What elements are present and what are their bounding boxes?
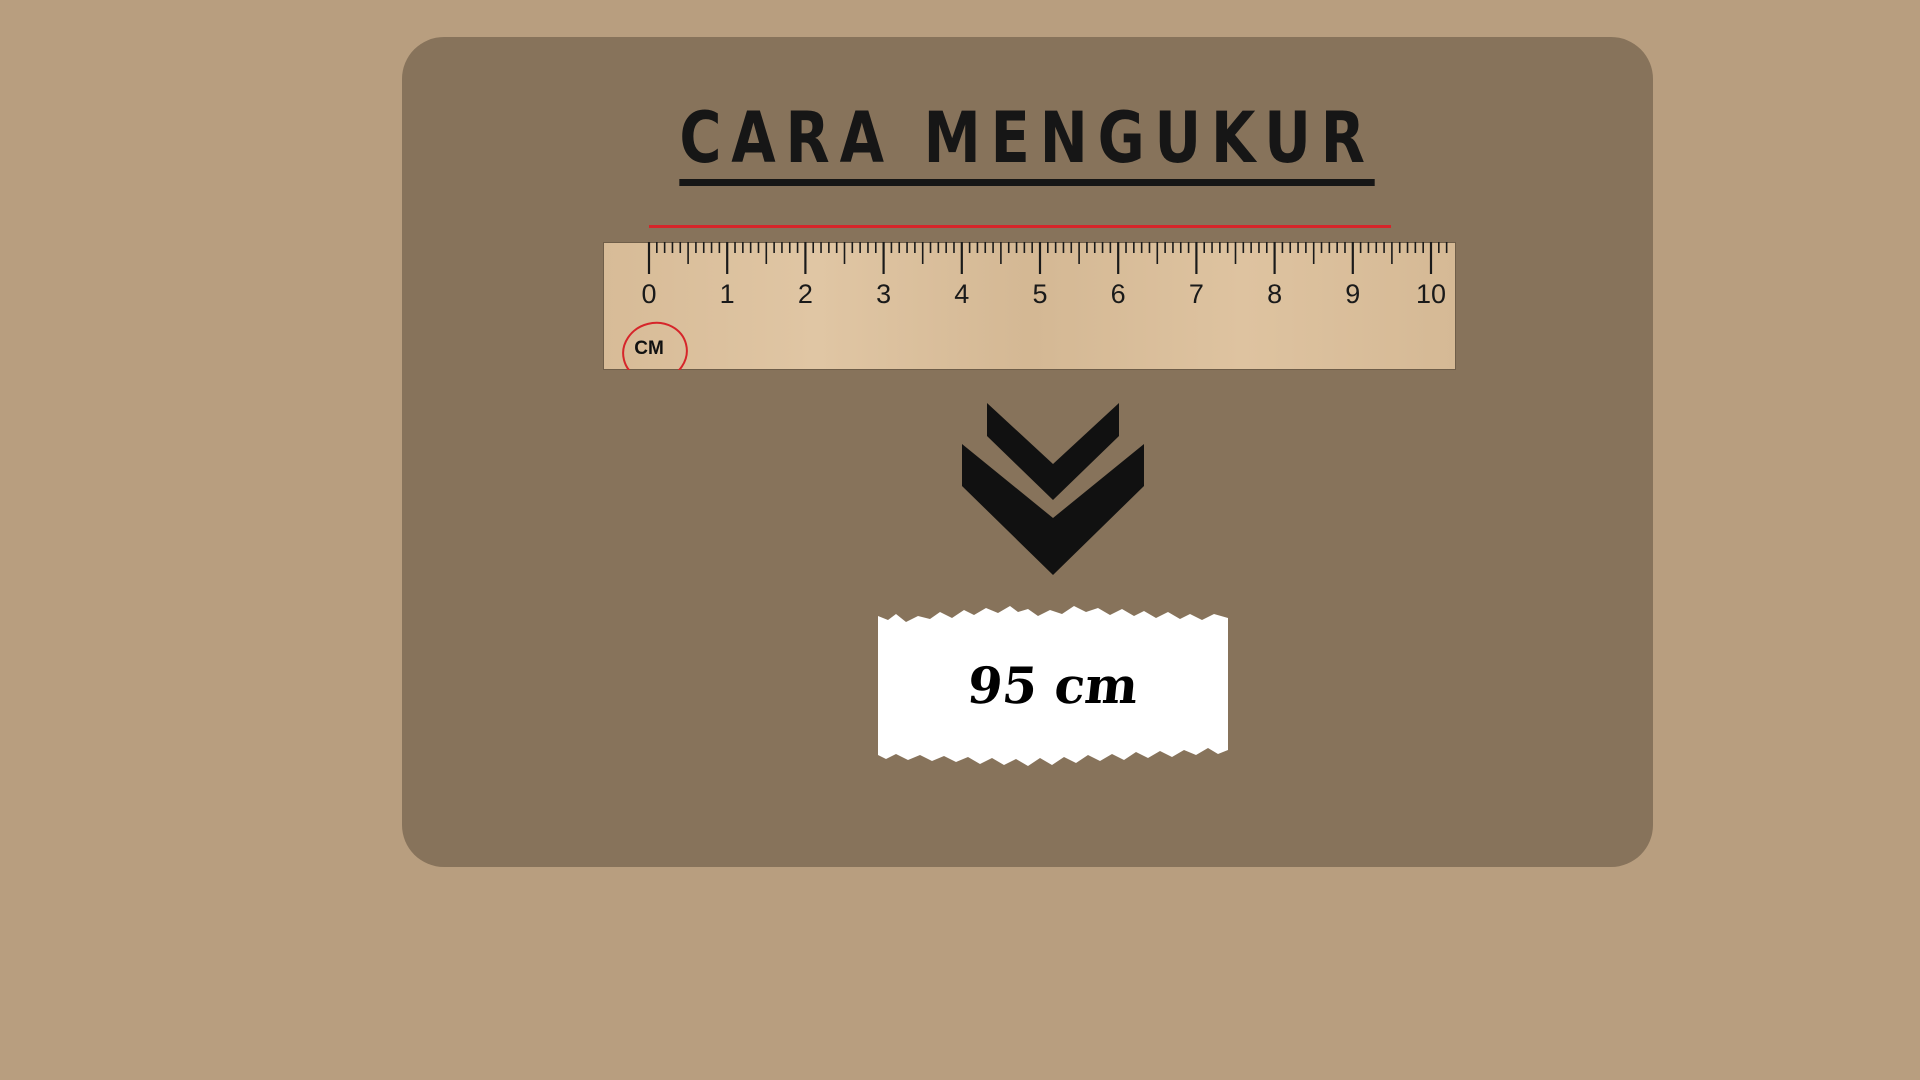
ruler-number: 9 — [1345, 279, 1360, 309]
ruler-number: 10 — [1416, 279, 1446, 309]
unit-label: CM — [634, 338, 664, 359]
result-value: 95 cm — [964, 656, 1142, 715]
result-label: 95 cm — [878, 600, 1228, 770]
ruler-number: 1 — [720, 279, 735, 309]
ruler-number: 0 — [641, 279, 656, 309]
ruler-number: 2 — [798, 279, 813, 309]
measurement-line — [649, 225, 1391, 228]
ruler-number: 6 — [1111, 279, 1126, 309]
ruler-number: 7 — [1189, 279, 1204, 309]
ruler-number: 5 — [1032, 279, 1047, 309]
ruler: 0 1 2 3 4 5 6 7 8 9 10 CM — [603, 242, 1456, 370]
ruler-number: 4 — [954, 279, 969, 309]
ruler-number: 3 — [876, 279, 891, 309]
ruler-number: 8 — [1267, 279, 1282, 309]
page-title: CARA MENGUKUR — [679, 103, 1376, 186]
double-chevron-down-icon — [962, 403, 1144, 575]
page-title-wrap: CARA MENGUKUR — [402, 103, 1653, 186]
